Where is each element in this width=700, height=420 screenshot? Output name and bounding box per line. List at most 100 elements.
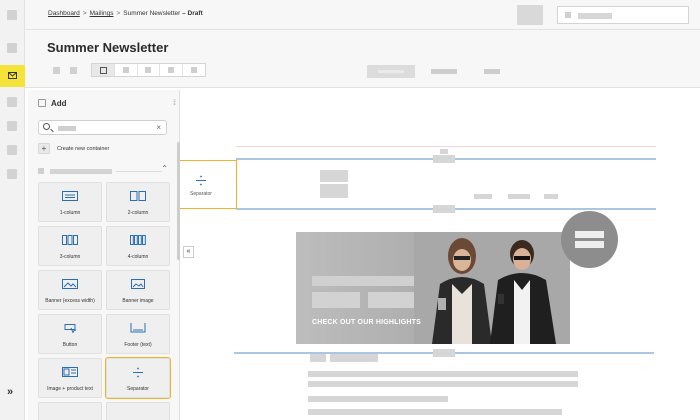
nav-item-icon[interactable]	[7, 121, 17, 131]
tile-banner-image[interactable]: Banner image	[106, 270, 170, 310]
tile-2-column[interactable]: 2-column	[106, 182, 170, 222]
one-column-icon	[62, 191, 78, 201]
editor-header: Summer Newsletter	[25, 30, 700, 88]
banner-image[interactable]: CHECK OUT OUR HIGHLIGHTS	[296, 232, 570, 344]
divider	[116, 171, 162, 172]
placeholder-text	[310, 354, 326, 362]
view-option[interactable]	[160, 64, 184, 76]
section-header-containers[interactable]: ⌃	[38, 164, 168, 175]
three-column-icon	[62, 235, 78, 245]
image-text-icon	[62, 367, 78, 377]
placeholder-text	[544, 194, 558, 199]
search-icon	[43, 123, 50, 130]
mode-tab[interactable]	[431, 69, 457, 74]
clear-search-icon[interactable]: ×	[156, 123, 161, 132]
view-switcher	[91, 63, 206, 77]
search-placeholder	[578, 13, 612, 19]
tile-image-product-text[interactable]: Image + product text	[38, 358, 102, 398]
tile-label: 3-column	[59, 254, 81, 260]
container-handle[interactable]	[433, 205, 455, 213]
mode-tab-active[interactable]	[367, 65, 415, 78]
nav-item-icon[interactable]	[7, 97, 17, 107]
container-handle-icon[interactable]	[440, 149, 448, 154]
tile-3-column[interactable]: 3-column	[38, 226, 102, 266]
tile-label: Footer (text)	[124, 342, 152, 348]
tile-1-column[interactable]: 1-column	[38, 182, 102, 222]
element-search-input[interactable]: ×	[38, 120, 167, 135]
tile-banner-excess-width[interactable]: Banner (excess width)	[38, 270, 102, 310]
add-panel-title: Add	[51, 99, 67, 108]
mode-tab[interactable]	[484, 69, 500, 74]
banner-wide-icon	[62, 279, 78, 289]
add-panel-header: Add	[38, 99, 67, 108]
separator-icon	[196, 175, 206, 186]
chevron-up-icon: ⌃	[161, 164, 168, 173]
nav-item-mailings[interactable]	[0, 65, 25, 87]
nav-item-icon[interactable]	[7, 169, 17, 179]
global-search-input[interactable]	[557, 6, 689, 24]
container-handle[interactable]	[433, 349, 455, 357]
tile-separator[interactable]: Separator	[105, 357, 171, 399]
banner-tagline: CHECK OUT OUR HIGHLIGHTS	[312, 319, 422, 326]
view-option[interactable]	[138, 64, 161, 76]
tile-button[interactable]: Button	[38, 314, 102, 354]
tile-label: Banner (excess width)	[45, 298, 95, 304]
four-column-icon	[130, 235, 146, 245]
search-placeholder	[58, 126, 76, 131]
collapse-panel-button[interactable]: «	[183, 246, 194, 258]
tile-partial[interactable]	[106, 402, 170, 420]
banner-button-placeholder	[312, 292, 360, 308]
nav-item-icon[interactable]	[7, 145, 17, 155]
placeholder-text	[508, 194, 530, 199]
placeholder-text	[308, 396, 448, 402]
view-option[interactable]	[115, 64, 138, 76]
drop-zone-line	[236, 146, 656, 147]
search-icon	[565, 12, 571, 18]
plus-icon: +	[38, 143, 50, 154]
panel-icon	[38, 99, 46, 107]
create-new-container-button[interactable]: + Create new container	[38, 143, 109, 154]
tile-label: Separator	[127, 386, 149, 392]
circle-badge	[561, 211, 618, 268]
create-new-container-label: Create new container	[57, 145, 110, 152]
tile-footer-text[interactable]: Footer (text)	[106, 314, 170, 354]
tile-label: Banner image	[122, 298, 154, 304]
breadcrumb-dashboard[interactable]: Dashboard	[48, 10, 80, 17]
placeholder-block	[320, 184, 348, 198]
two-column-icon	[130, 191, 146, 201]
tile-4-column[interactable]: 4-column	[106, 226, 170, 266]
app-logo-icon[interactable]	[7, 10, 17, 20]
redo-icon[interactable]	[70, 67, 77, 74]
mail-icon	[8, 72, 17, 79]
tile-label: 1-column	[59, 210, 81, 216]
photo-people	[414, 232, 570, 344]
tile-label: Button	[62, 342, 78, 348]
breadcrumb-separator: >	[116, 10, 121, 17]
banner-headline-placeholder	[312, 276, 418, 286]
breadcrumb-mailings[interactable]: Mailings	[90, 10, 114, 17]
nav-item-icon[interactable]	[7, 43, 17, 53]
top-action-button[interactable]	[517, 5, 543, 25]
drag-handle-icon[interactable]: ⁞⁞	[173, 100, 176, 107]
placeholder-text	[308, 371, 578, 377]
breadcrumb-separator: >	[82, 10, 87, 17]
view-option-add[interactable]	[92, 64, 115, 76]
button-icon	[64, 324, 77, 333]
container-handle[interactable]	[433, 155, 455, 163]
placeholder-text	[330, 354, 378, 362]
expand-rail-button[interactable]: »	[7, 386, 13, 398]
placeholder-text	[308, 409, 562, 415]
tile-label: 4-column	[127, 254, 149, 260]
banner-button-placeholder	[368, 292, 416, 308]
add-panel: Add ⁞⁞ × + Create new container ⌃ 1-colu…	[28, 90, 180, 420]
panel-scrollbar[interactable]	[177, 142, 180, 260]
undo-icon[interactable]	[53, 67, 60, 74]
left-rail: »	[0, 0, 25, 420]
placeholder-text	[308, 381, 578, 387]
view-option[interactable]	[183, 64, 205, 76]
breadcrumb: Dashboard > Mailings > Summer Newsletter – D…	[48, 10, 203, 17]
page-title: Summer Newsletter	[47, 40, 169, 55]
image-icon	[131, 279, 145, 289]
tile-label: Image + product text	[47, 386, 93, 392]
tile-partial[interactable]	[38, 402, 102, 420]
